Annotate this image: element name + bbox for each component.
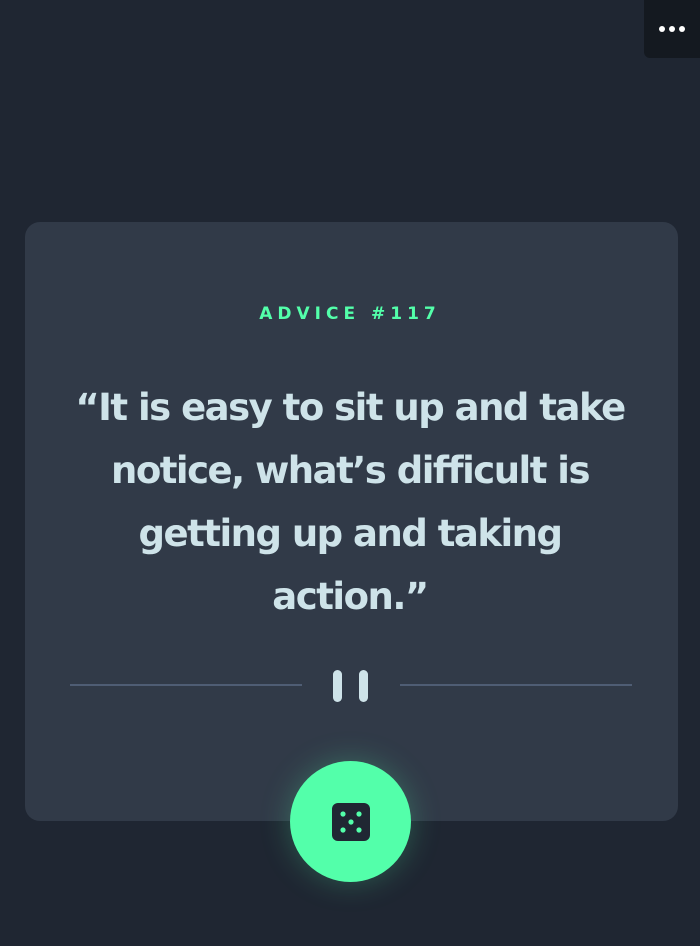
more-horizontal-icon-dot: [669, 26, 675, 32]
app-screen: { "menu": { "icon": "more-horizontal-ico…: [0, 0, 700, 946]
dice-icon: [331, 802, 370, 841]
more-horizontal-icon-dot: [659, 26, 665, 32]
advice-quote: “It is easy to sit up and take notice, w…: [75, 386, 626, 618]
divider-line-right: [400, 684, 632, 686]
advice-id-label: ADVICE #117: [259, 304, 441, 324]
pause-icon: [333, 670, 373, 702]
more-horizontal-icon-dot: [679, 26, 685, 32]
generate-advice-button[interactable]: [290, 761, 411, 882]
pause-icon-bar-left: [333, 670, 342, 702]
more-options-button[interactable]: [644, 0, 700, 58]
divider-line-left: [70, 684, 302, 686]
pause-icon-bar-right: [359, 670, 368, 702]
